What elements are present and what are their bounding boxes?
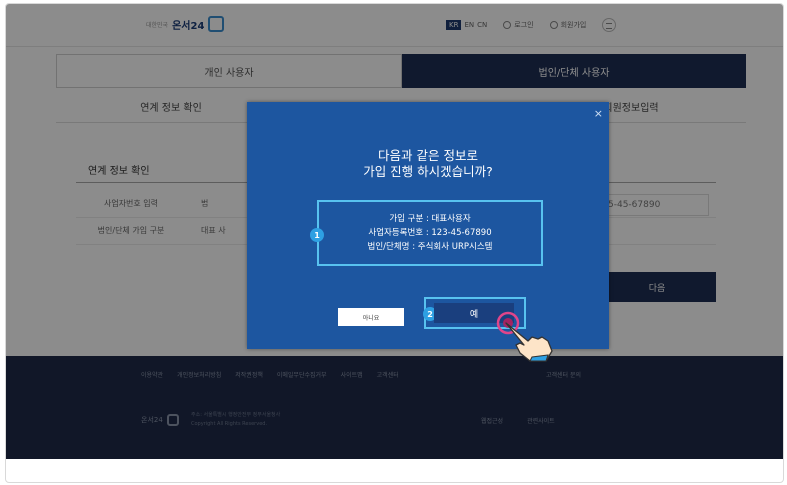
confirm-dialog: × 다음과 같은 정보로 가입 진행 하시겠습니까? 가입 구분 : 대표사용자…	[247, 102, 609, 362]
question-line: 다음과 같은 정보로	[378, 148, 478, 163]
info-line: 법인/단체명 : 주식회사 URP시스템	[367, 242, 493, 252]
close-icon[interactable]: ×	[594, 108, 603, 119]
info-line: 가입 구분 : 대표사용자	[389, 214, 471, 224]
step-badge-1: 1	[310, 228, 324, 242]
dialog-question: 다음과 같은 정보로 가입 진행 하시겠습니까?	[247, 148, 609, 180]
signup-info-box: 가입 구분 : 대표사용자 사업자등록번호 : 123-45-67890 법인/…	[317, 200, 543, 266]
hand-pointer-icon	[496, 311, 553, 362]
screenshot-frame: 대한민국 온서24 KR EN CN 로그인 회원가입 개인 사용자 법인/단체…	[5, 3, 784, 483]
page: 대한민국 온서24 KR EN CN 로그인 회원가입 개인 사용자 법인/단체…	[6, 4, 783, 459]
no-button[interactable]: 아니요	[338, 308, 404, 326]
question-line: 가입 진행 하시겠습니까?	[363, 164, 493, 179]
info-line: 사업자등록번호 : 123-45-67890	[368, 228, 492, 238]
